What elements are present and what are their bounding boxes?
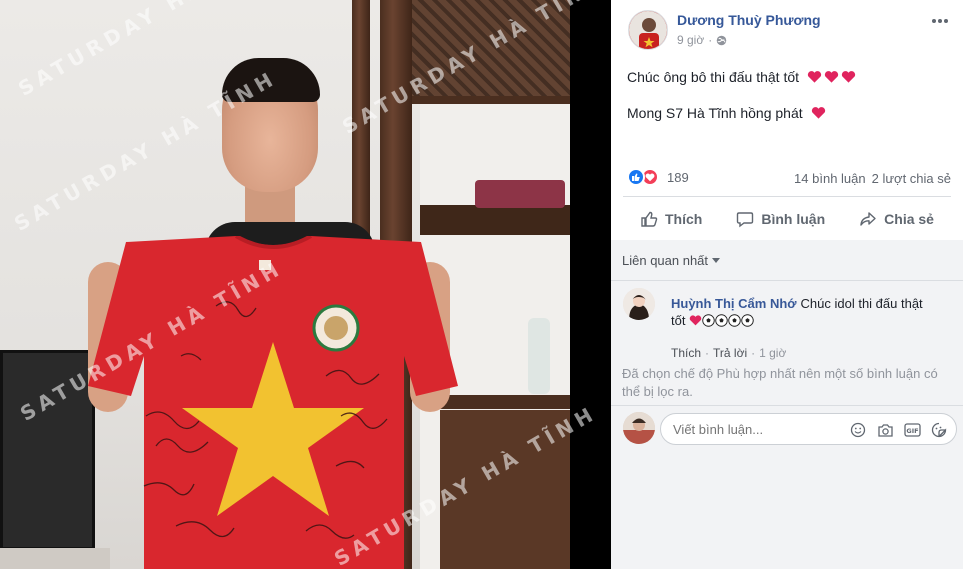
- post-panel: Dương Thuỳ Phương 9 giờ · Chúc ông bô th…: [611, 0, 963, 569]
- photo-edge: [570, 0, 611, 569]
- post-line-text: Mong S7 Hà Tĩnh hồng phát: [627, 105, 803, 121]
- share-arrow-icon: [860, 211, 876, 226]
- sticker-icon[interactable]: [930, 421, 948, 439]
- photo-shelf-board: [420, 205, 570, 235]
- soccer-ball-icon: [728, 314, 741, 327]
- divider: [611, 280, 963, 281]
- comment-composer: GIF: [623, 412, 957, 446]
- composer-tools: GIF: [849, 421, 948, 439]
- comment-time[interactable]: 1 giờ: [759, 346, 786, 360]
- thumbs-up-icon: [641, 211, 658, 227]
- dot-separator: ·: [705, 346, 710, 360]
- share-label: Chia sẻ: [884, 210, 934, 227]
- author-name[interactable]: Dương Thuỳ Phương: [677, 12, 821, 28]
- reaction-count[interactable]: 189: [667, 170, 689, 185]
- share-count[interactable]: 2 lượt chia sẻ: [872, 171, 951, 186]
- comment-like-link[interactable]: Thích: [671, 346, 701, 360]
- photo-shelf-box: [475, 180, 565, 208]
- share-button[interactable]: Chia sẻ: [849, 204, 944, 234]
- post-header: Dương Thuỳ Phương 9 giờ ·: [625, 8, 953, 52]
- gif-icon[interactable]: GIF: [903, 421, 921, 439]
- commenter-avatar[interactable]: [623, 288, 655, 320]
- sort-label: Liên quan nhất: [622, 253, 709, 268]
- globe-icon[interactable]: [716, 35, 727, 46]
- commenter-name[interactable]: Huỳnh Thị Cẩm Nhớ: [671, 296, 797, 311]
- reaction-icons[interactable]: [627, 168, 659, 186]
- divider: [611, 405, 963, 406]
- comment-bubble-icon: [737, 211, 754, 227]
- caret-down-icon: [712, 257, 721, 263]
- filter-note: Đã chọn chế độ Phù hợp nhất nên một số b…: [622, 366, 938, 399]
- reactions-bar: 189 14 bình luận 2 lượt chia sẻ: [627, 168, 951, 188]
- comment-button[interactable]: Bình luận: [726, 204, 835, 234]
- like-label: Thích: [665, 210, 703, 227]
- photo-bottle: [528, 318, 550, 394]
- svg-text:GIF: GIF: [906, 427, 918, 435]
- comment-count[interactable]: 14 bình luận: [794, 171, 866, 186]
- comment-reply-link[interactable]: Trả lời: [713, 346, 747, 360]
- heart-emoji-icon: [689, 315, 702, 326]
- like-button[interactable]: Thích: [630, 204, 712, 234]
- heart-emoji-icon: [811, 107, 825, 119]
- author-avatar[interactable]: [628, 10, 668, 50]
- post-line-text: Chúc ông bô thi đấu thật tốt: [627, 69, 800, 85]
- heart-emoji-icon: [841, 71, 856, 83]
- comment-bubble: Huỳnh Thị Cẩm Nhớ Chúc idol thi đấu thật …: [661, 288, 936, 336]
- more-options-icon[interactable]: [931, 12, 949, 30]
- like-reaction-icon: [627, 168, 645, 186]
- comment-input[interactable]: [673, 422, 843, 437]
- post-meta: 9 giờ ·: [677, 33, 727, 47]
- soccer-ball-icon: [702, 314, 715, 327]
- engagement-counts: 14 bình luận 2 lượt chia sẻ: [794, 171, 951, 186]
- dot-separator: ·: [751, 346, 756, 360]
- post-line: Mong S7 Hà Tĩnh hồng phát: [627, 104, 949, 122]
- post-time[interactable]: 9 giờ: [677, 33, 704, 47]
- post-photo[interactable]: SATURDAY HÀ TĨNH SATURDAY HÀ TĨNH SATURD…: [0, 0, 611, 569]
- post-actions: Thích Bình luận Chia sẻ: [623, 196, 951, 240]
- comment-label: Bình luận: [761, 210, 826, 227]
- comments-section: Liên quan nhất Huỳnh Thị Cẩm Nhớ Chúc ido…: [611, 240, 963, 569]
- emoji-icon[interactable]: [849, 421, 867, 439]
- post-body: Chúc ông bô thi đấu thật tốt Mong S7 Hà …: [627, 68, 949, 140]
- comment-actions: Thích · Trả lời · 1 giờ: [671, 346, 786, 360]
- current-user-avatar[interactable]: [623, 412, 655, 444]
- comment-input-box[interactable]: GIF: [660, 413, 957, 445]
- post-line: Chúc ông bô thi đấu thật tốt: [627, 68, 949, 86]
- soccer-ball-icon: [741, 314, 754, 327]
- comment-sort-dropdown[interactable]: Liên quan nhất: [622, 253, 721, 268]
- soccer-ball-icon: [715, 314, 728, 327]
- photo-shelf-board: [412, 96, 570, 104]
- heart-emoji-icon: [824, 71, 839, 83]
- dot-separator: ·: [708, 33, 713, 47]
- heart-emoji-icon: [807, 71, 822, 83]
- comment-item: Huỳnh Thị Cẩm Nhớ Chúc idol thi đấu thật …: [623, 288, 951, 362]
- camera-icon[interactable]: [876, 421, 894, 439]
